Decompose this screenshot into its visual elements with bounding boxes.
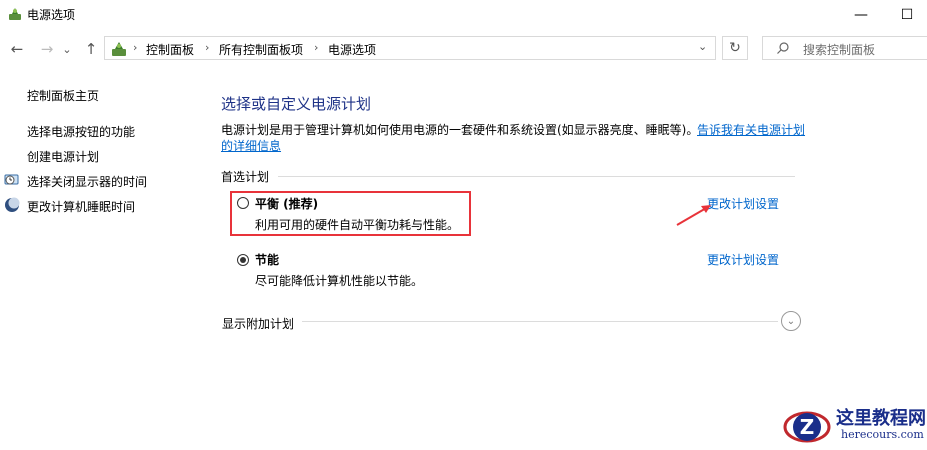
watermark-logo: Z	[782, 403, 832, 447]
plan-desc-power-saver: 尽可能降低计算机性能以节能。	[255, 274, 424, 288]
address-dropdown-button[interactable]: ⌄	[698, 40, 707, 53]
watermark-logo-letter: Z	[800, 415, 815, 439]
additional-plans-divider	[302, 321, 778, 322]
back-arrow-icon: ←	[10, 40, 24, 58]
forward-button[interactable]: →	[36, 38, 58, 60]
search-icon	[776, 41, 790, 55]
expand-button[interactable]: ⌄	[781, 311, 801, 331]
minimize-button[interactable]: —	[838, 0, 884, 30]
plan-description: 电源计划是用于管理计算机如何使用电源的一套硬件和系统设置(如显示器亮度、睡眠等)…	[221, 123, 699, 137]
moon-icon	[4, 197, 20, 213]
up-button[interactable]: ↑	[80, 38, 102, 60]
learn-more-link[interactable]: 告诉我有关电源计划	[697, 121, 805, 138]
learn-more-link-continued[interactable]: 的详细信息	[221, 137, 281, 154]
clock-monitor-icon	[4, 172, 20, 188]
watermark-text: 这里教程网	[836, 408, 926, 429]
refresh-button[interactable]: ↻	[722, 36, 748, 60]
change-plan-settings-link-balanced[interactable]: 更改计划设置	[707, 195, 779, 212]
address-bar[interactable]	[104, 36, 716, 60]
page-title: 选择或自定义电源计划	[221, 95, 372, 113]
breadcrumb-separator: ›	[314, 41, 319, 54]
breadcrumb-control-panel[interactable]: 控制面板	[146, 41, 194, 58]
chevron-down-icon: ⌄	[698, 40, 708, 53]
sidebar-item-create-plan[interactable]: 创建电源计划	[27, 148, 99, 165]
maximize-button[interactable]: ☐	[884, 0, 927, 30]
title-bar	[0, 0, 927, 30]
annotation-arrow	[674, 197, 714, 229]
sidebar-item-sleep-time[interactable]: 更改计算机睡眠时间	[27, 198, 135, 215]
window-title: 电源选项	[27, 8, 76, 22]
chevron-down-icon: ⌄	[62, 42, 72, 56]
radio-power-saver[interactable]	[237, 254, 249, 266]
breadcrumb-separator: ›	[205, 41, 210, 54]
section-title: 首选计划	[221, 170, 270, 184]
sidebar-home-link[interactable]: 控制面板主页	[27, 87, 99, 104]
power-options-icon	[7, 6, 23, 22]
plan-name-power-saver[interactable]: 节能	[255, 251, 279, 268]
breadcrumb-all-items[interactable]: 所有控制面板项	[219, 41, 303, 58]
back-button[interactable]: ←	[6, 38, 28, 60]
watermark-url: herecours.com	[841, 428, 924, 441]
change-plan-settings-link-power-saver[interactable]: 更改计划设置	[707, 251, 779, 268]
forward-arrow-icon: →	[40, 40, 54, 58]
control-panel-icon	[110, 40, 128, 58]
refresh-icon: ↻	[729, 40, 741, 56]
recent-locations-button[interactable]: ⌄	[60, 38, 74, 60]
annotation-highlight-box	[230, 191, 471, 236]
minimize-icon: —	[854, 7, 868, 23]
breadcrumb-separator: ›	[133, 41, 138, 54]
up-arrow-icon: ↑	[84, 40, 98, 58]
radio-selected-dot	[240, 257, 246, 263]
chevron-down-icon: ⌄	[786, 315, 796, 327]
maximize-icon: ☐	[900, 7, 914, 23]
breadcrumb-power-options[interactable]: 电源选项	[328, 41, 376, 58]
section-divider	[278, 176, 795, 177]
sidebar-item-power-buttons[interactable]: 选择电源按钮的功能	[27, 123, 135, 140]
sidebar-item-display-off[interactable]: 选择关闭显示器的时间	[27, 173, 147, 190]
show-additional-plans-label[interactable]: 显示附加计划	[222, 315, 294, 332]
search-placeholder: 搜索控制面板	[803, 43, 876, 57]
